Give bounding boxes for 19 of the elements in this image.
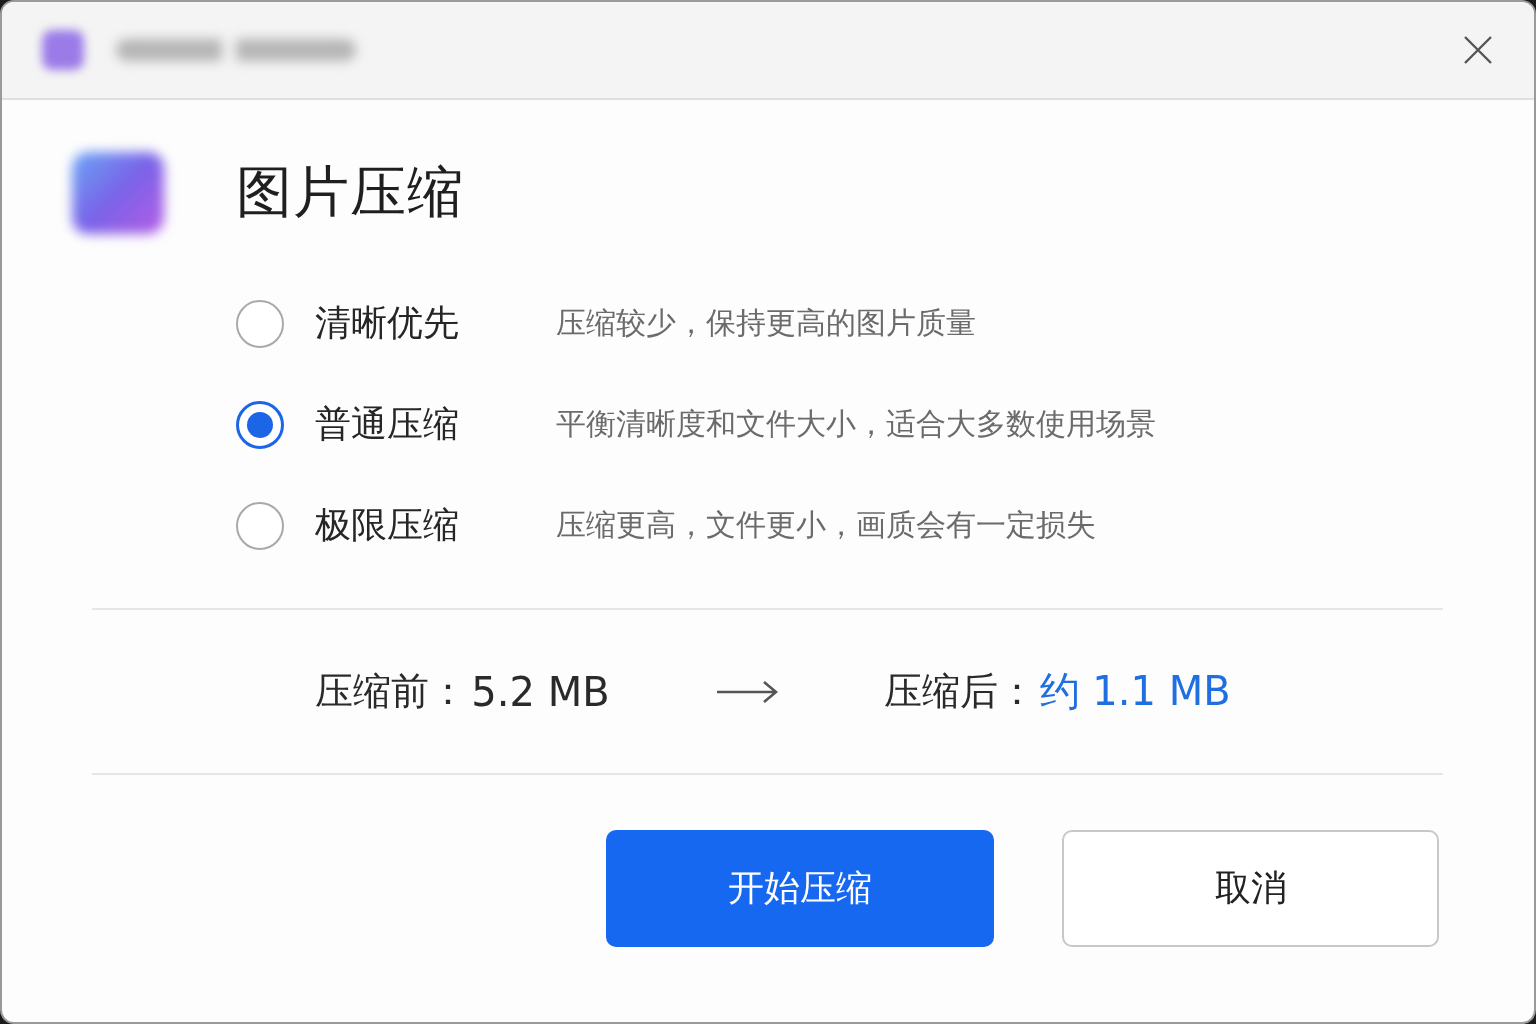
radio-button[interactable] — [236, 400, 284, 449]
blurred-app-icon — [42, 30, 84, 70]
dialog-title: 图片压缩 — [236, 158, 464, 226]
option-label[interactable]: 极限压缩 — [315, 501, 556, 550]
option-label[interactable]: 普通压缩 — [315, 400, 556, 449]
option-label[interactable]: 清晰优先 — [315, 299, 556, 348]
arrow-icon — [715, 679, 778, 704]
cancel-button[interactable]: 取消 — [1062, 830, 1439, 947]
before-size-label: 压缩前： — [315, 668, 468, 715]
start-button[interactable]: 开始压缩 — [606, 830, 994, 947]
radio-button[interactable] — [236, 299, 284, 348]
before-size-value: 5.2 MB — [471, 668, 610, 715]
close-icon[interactable] — [1463, 35, 1493, 65]
option-description: 平衡清晰度和文件大小，适合大多数使用场景 — [556, 405, 1156, 443]
option-description: 压缩更高，文件更小，画质会有一定损失 — [556, 506, 1096, 544]
option-description: 压缩较少，保持更高的图片质量 — [556, 304, 976, 342]
after-size-label: 压缩后： — [883, 668, 1036, 715]
radio-button[interactable] — [236, 501, 284, 550]
after-size-value: 约 1.1 MB — [1039, 667, 1231, 716]
